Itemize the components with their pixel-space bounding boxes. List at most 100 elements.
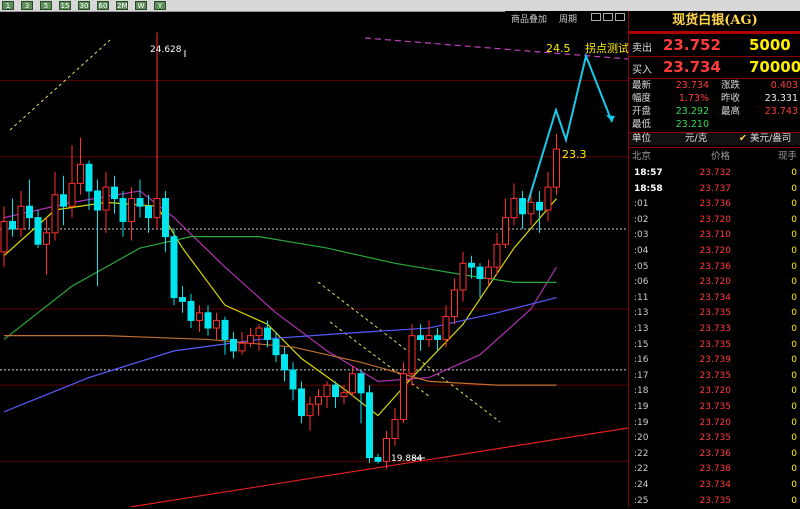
bid-row[interactable]: 买入 23.734 70000	[629, 57, 800, 77]
support-price-label: 23.3	[562, 148, 587, 161]
bid-volume: 70000	[749, 58, 800, 76]
tick-volume: 0	[791, 448, 797, 459]
tick-time: :18	[634, 386, 649, 397]
tick-price: 23.720	[699, 386, 732, 397]
period-button[interactable]: 60	[97, 1, 109, 10]
candle-body	[77, 163, 84, 184]
tick-time: :22	[634, 464, 649, 475]
tick-volume: 0	[791, 355, 797, 366]
period-button[interactable]: 1	[2, 1, 14, 10]
tick-row: :04 23.720 0	[629, 244, 800, 260]
period-button[interactable]: 2M	[116, 1, 128, 10]
stat-value: 23.210	[675, 119, 709, 130]
ticks-header-location: 北京	[632, 151, 652, 162]
tick-time: :13	[634, 308, 649, 319]
candle-body	[527, 201, 535, 215]
tick-volume: 0	[791, 199, 797, 210]
stat-value: 23.743	[764, 106, 798, 117]
period-button[interactable]: 3	[21, 1, 33, 10]
candle-body	[213, 319, 220, 329]
forecast-arrowhead	[606, 115, 615, 122]
period-button[interactable]: Y	[154, 1, 166, 10]
moving-average-line	[3, 198, 557, 417]
tick-volume: 0	[791, 402, 797, 412]
candle-body	[349, 373, 356, 394]
unit-value[interactable]: 元/克	[685, 133, 707, 145]
tick-time: :02	[634, 214, 649, 225]
tick-row: :13 23.733 0	[629, 322, 800, 338]
tick-time: 18:58	[634, 183, 663, 194]
tick-volume: 0	[791, 386, 797, 397]
candle-body	[111, 186, 118, 200]
tick-row: :16 23.739 0	[629, 353, 800, 369]
candle-body	[204, 312, 212, 329]
channel-trendline	[9, 39, 111, 131]
stat-value: 23.331	[764, 93, 798, 104]
moving-average-line	[3, 236, 557, 340]
candle-body	[9, 220, 16, 230]
candle-body	[451, 289, 458, 318]
stat-value: 23.292	[675, 106, 709, 117]
tick-price: 23.735	[699, 339, 732, 350]
stat-value: 1.73%	[678, 93, 709, 104]
support-trendline	[129, 427, 628, 507]
tick-row: :24 23.734 0	[629, 478, 800, 494]
candle-body	[485, 266, 492, 280]
ask-label: 卖出	[632, 43, 652, 54]
candle-body	[544, 186, 552, 211]
tick-volume: 0	[791, 480, 797, 490]
candle-body	[102, 186, 110, 211]
tick-row: :15 23.735 0	[629, 338, 800, 354]
candle-body	[332, 384, 339, 398]
candle-body	[553, 148, 560, 188]
period-button[interactable]: 5	[40, 1, 52, 10]
ask-volume: 5000	[749, 36, 791, 54]
candle-body	[68, 182, 76, 207]
tick-volume: 0	[791, 246, 797, 256]
candle-body	[162, 198, 169, 238]
tick-price: 23.737	[699, 183, 732, 194]
tick-price: 23.720	[699, 277, 732, 288]
tick-time: :22	[634, 448, 649, 459]
quote-panel: 现货白银(AG) 卖出 23.752 5000 买入 23.734 70000 …	[628, 11, 800, 507]
tick-time: :25	[634, 495, 649, 506]
high-price-label: 24.628	[150, 45, 182, 55]
tick-row: 18:58 23.737 0	[629, 182, 800, 198]
candle-body	[85, 163, 93, 192]
tick-time: :24	[634, 480, 649, 490]
candle-body	[493, 243, 501, 268]
target-text-label: 拐点测试	[585, 41, 628, 55]
checkmark-icon[interactable]: ✔	[739, 133, 747, 145]
ask-row[interactable]: 卖出 23.752 5000	[629, 35, 800, 55]
tick-row: :13 23.735 0	[629, 306, 800, 322]
period-button[interactable]: 30	[78, 1, 90, 10]
tick-volume: 0	[791, 292, 797, 303]
candle-body	[383, 437, 390, 462]
tick-time: :15	[634, 339, 649, 350]
tick-row: :11 23.734 0	[629, 291, 800, 307]
candle-body	[510, 198, 518, 219]
tick-time: :20	[634, 433, 649, 444]
forecast-path	[527, 52, 613, 203]
moving-average-line	[3, 190, 558, 382]
candlestick-chart[interactable]: 24.628 19.884 24.5 拐点测试 23.3	[0, 12, 628, 507]
period-button[interactable]: 15	[59, 1, 71, 10]
title-underline	[629, 31, 800, 34]
candle-body	[119, 198, 127, 222]
candle-body	[196, 312, 203, 321]
candle-body	[94, 190, 101, 211]
tick-price: 23.720	[699, 214, 732, 225]
tick-price: 23.739	[699, 355, 732, 366]
period-button[interactable]: W	[135, 1, 147, 10]
stat-value: 23.734	[675, 80, 709, 91]
stat-label: 涨跌	[721, 80, 741, 91]
candle-body	[34, 217, 42, 245]
tick-price: 23.732	[699, 168, 732, 178]
unit-option[interactable]: 美元/盎司	[750, 133, 791, 145]
tick-price: 23.734	[699, 480, 732, 490]
tick-time: :04	[634, 246, 649, 256]
tick-price: 23.736	[699, 448, 732, 459]
ticks-header-price: 价格	[711, 151, 731, 162]
tick-volume: 0	[791, 277, 797, 288]
unit-label: 单位	[632, 133, 652, 144]
